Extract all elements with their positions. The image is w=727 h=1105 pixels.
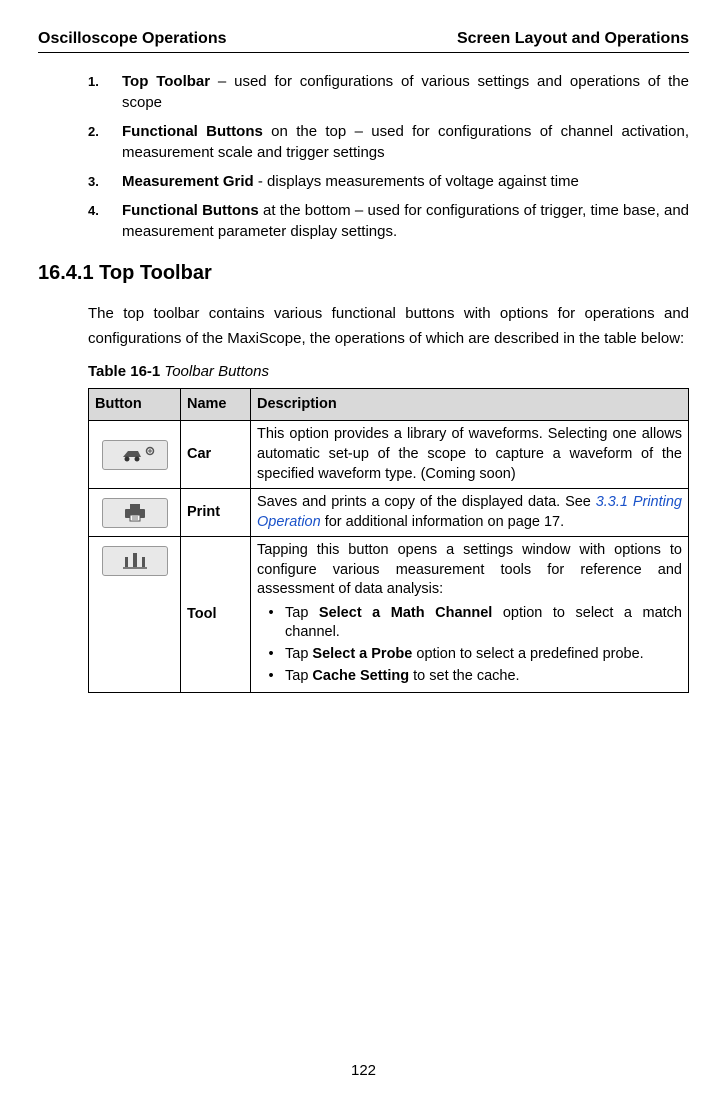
table-row: Tool Tapping this button opens a setting… (89, 537, 689, 693)
section-heading: 16.4.1 Top Toolbar (38, 260, 689, 287)
tool-bullet-list: • Tap Select a Math Channel option to se… (257, 604, 682, 686)
th-button: Button (89, 388, 181, 421)
list-rest: - displays measurements of voltage again… (254, 173, 579, 190)
car-icon (102, 440, 168, 470)
tool-icon (102, 546, 168, 576)
list-num: 3. (88, 171, 122, 192)
bullet-icon: • (257, 667, 285, 687)
bullet-bold: Select a Probe (312, 646, 412, 662)
list-bold: Measurement Grid (122, 173, 254, 190)
list-num: 4. (88, 200, 122, 242)
table-header-row: Button Name Description (89, 388, 689, 421)
header-rule (38, 52, 689, 53)
bullet-post: option to select a predefined probe. (412, 646, 643, 662)
th-name: Name (181, 388, 251, 421)
table-row: Print Saves and prints a copy of the dis… (89, 489, 689, 537)
bullet-post: to set the cache. (409, 668, 519, 684)
name-cell: Car (181, 421, 251, 489)
list-item: 3. Measurement Grid - displays measureme… (88, 171, 689, 192)
button-cell (89, 421, 181, 489)
list-num: 1. (88, 71, 122, 113)
caption-bold: Table 16-1 (88, 363, 160, 380)
header-left: Oscilloscope Operations (38, 28, 227, 50)
page-header: Oscilloscope Operations Screen Layout an… (38, 28, 689, 50)
list-bold: Functional Buttons (122, 123, 263, 140)
desc-suffix: for additional information on page 17. (321, 514, 564, 530)
section-paragraph: The top toolbar contains various functio… (88, 301, 689, 352)
print-icon (102, 498, 168, 528)
header-right: Screen Layout and Operations (457, 28, 689, 50)
bullet-icon: • (257, 604, 285, 643)
table-caption: Table 16-1 Toolbar Buttons (88, 362, 689, 382)
page-number: 122 (0, 1061, 727, 1081)
button-cell (89, 489, 181, 537)
list-item: 4. Functional Buttons at the bottom – us… (88, 200, 689, 242)
desc-prefix: Saves and prints a copy of the displayed… (257, 494, 596, 510)
list-bold: Functional Buttons (122, 202, 259, 219)
desc-cell: Tapping this button opens a settings win… (251, 537, 689, 693)
name-cell: Print (181, 489, 251, 537)
toolbar-buttons-table: Button Name Description (88, 388, 689, 693)
bullet-pre: Tap (285, 646, 312, 662)
list-item: 1. Top Toolbar – used for configurations… (88, 71, 689, 113)
list-num: 2. (88, 121, 122, 163)
bullet-item: • Tap Select a Math Channel option to se… (257, 604, 682, 643)
name-cell: Tool (181, 537, 251, 693)
desc-cell: This option provides a library of wavefo… (251, 421, 689, 489)
table-row: Car This option provides a library of wa… (89, 421, 689, 489)
caption-italic: Toolbar Buttons (160, 363, 269, 380)
button-cell (89, 537, 181, 693)
bullet-icon: • (257, 645, 285, 665)
tool-intro: Tapping this button opens a settings win… (257, 541, 682, 600)
bullet-item: • Tap Cache Setting to set the cache. (257, 667, 682, 687)
desc-cell: Saves and prints a copy of the displayed… (251, 489, 689, 537)
bullet-item: • Tap Select a Probe option to select a … (257, 645, 682, 665)
bullet-bold: Cache Setting (312, 668, 409, 684)
list-item: 2. Functional Buttons on the top – used … (88, 121, 689, 163)
list-bold: Top Toolbar (122, 73, 210, 90)
bullet-bold: Select a Math Channel (319, 605, 492, 621)
bullet-pre: Tap (285, 668, 312, 684)
bullet-pre: Tap (285, 605, 319, 621)
numbered-list: 1. Top Toolbar – used for configurations… (88, 71, 689, 242)
th-description: Description (251, 388, 689, 421)
